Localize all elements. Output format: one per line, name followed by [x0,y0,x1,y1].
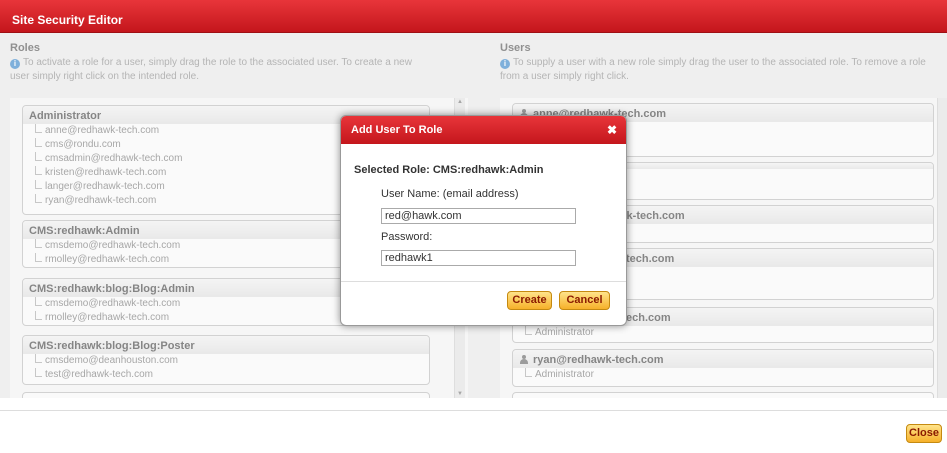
username-input[interactable] [381,208,576,224]
add-user-dialog: Add User To Role ✖ Selected Role: CMS:re… [340,115,627,326]
close-button[interactable]: Close [906,424,942,443]
close-icon[interactable]: ✖ [607,116,617,144]
dialog-divider [341,281,626,282]
dialog-header: Add User To Role ✖ [341,116,626,144]
cancel-button[interactable]: Cancel [559,291,610,310]
password-label: Password: [381,231,433,243]
footer-divider [0,410,947,411]
window-title-bar: Site Security Editor [0,0,947,33]
password-input[interactable] [381,250,576,266]
create-button[interactable]: Create [507,291,552,310]
selected-role-label: Selected Role: CMS:redhawk:Admin [354,164,544,176]
username-label: User Name: (email address) [381,188,519,200]
window-title: Site Security Editor [12,13,123,27]
dialog-title: Add User To Role [351,124,443,136]
